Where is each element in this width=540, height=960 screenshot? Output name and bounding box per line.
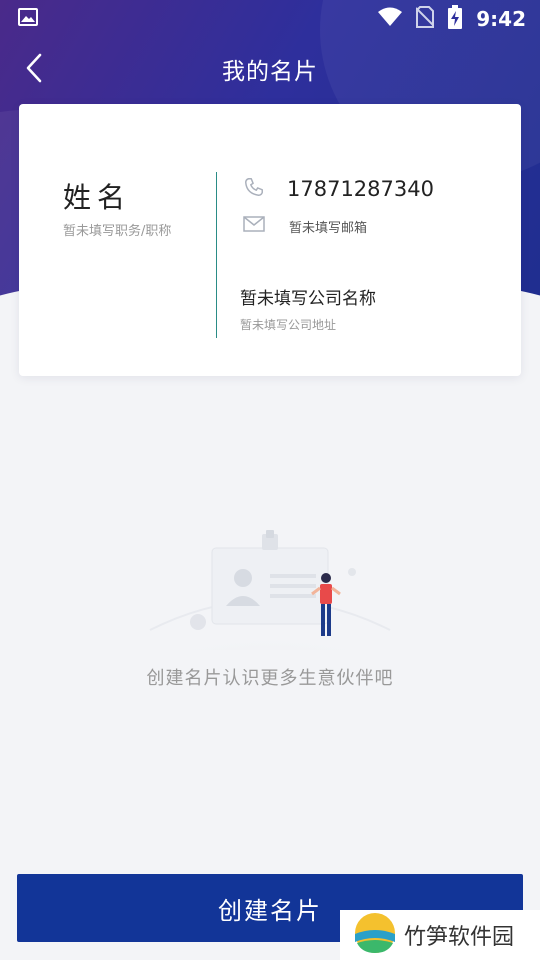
wifi-icon — [378, 7, 403, 32]
empty-state-illustration — [140, 530, 400, 684]
back-button[interactable] — [14, 50, 54, 90]
card-address: 暂未填写公司地址 — [240, 318, 337, 332]
back-arrow-icon — [25, 53, 43, 87]
card-company: 暂未填写公司名称 — [240, 289, 376, 309]
page-title: 我的名片 — [222, 59, 318, 85]
business-card[interactable]: 姓名 暂未填写职务/职称 17871287340 暂未填写邮箱 暂未填写公司名称… — [19, 104, 521, 376]
card-divider — [216, 172, 217, 338]
watermark: 竹笋软件园 — [340, 910, 540, 960]
app-bar: 我的名片 — [0, 38, 540, 100]
watermark-text: 竹笋软件园 — [404, 925, 515, 950]
battery-charging-icon — [448, 4, 463, 34]
status-bar: 9:42 — [0, 0, 540, 38]
card-name: 姓名 — [63, 181, 132, 214]
mail-icon — [243, 216, 265, 236]
phone-icon — [243, 176, 265, 202]
image-icon — [18, 8, 38, 30]
status-time: 9:42 — [476, 7, 526, 31]
card-role: 暂未填写职务/职称 — [63, 224, 172, 239]
no-sim-icon — [415, 5, 435, 33]
card-email: 暂未填写邮箱 — [289, 220, 368, 236]
watermark-logo-icon — [354, 912, 396, 958]
card-phone-row: 17871287340 — [243, 176, 434, 202]
empty-state-text: 创建名片认识更多生意伙伴吧 — [146, 668, 394, 689]
card-phone: 17871287340 — [287, 177, 434, 201]
card-email-row: 暂未填写邮箱 — [243, 216, 367, 236]
